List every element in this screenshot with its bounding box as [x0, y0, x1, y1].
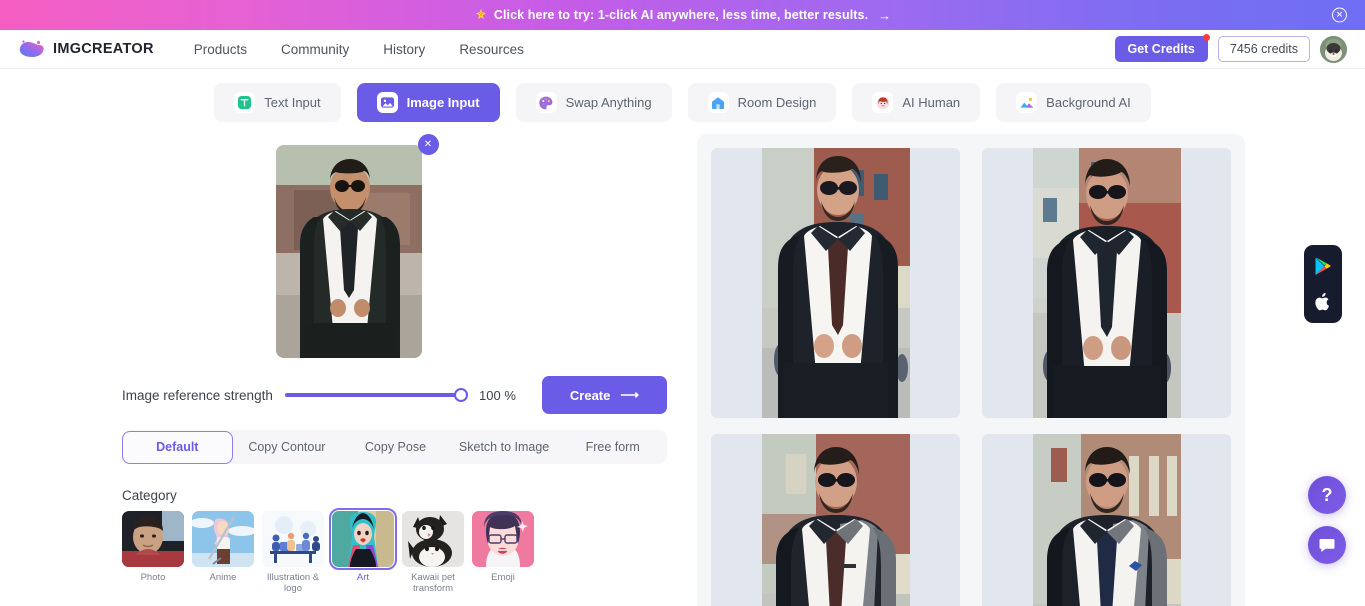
uploaded-image[interactable]: [275, 145, 422, 358]
apple-icon[interactable]: [1313, 292, 1333, 312]
editor-panel: ✕ Image reference strength 100 % Create …: [0, 134, 697, 606]
get-credits-label: Get Credits: [1127, 42, 1195, 56]
sparkle-icon: [475, 8, 486, 20]
background-ai-icon: [1016, 92, 1038, 113]
category-item-anime[interactable]: Anime: [192, 511, 254, 594]
swap-anything-icon: [535, 92, 557, 113]
category-thumb-emoji: [472, 511, 534, 567]
reference-strength-value: 100 %: [479, 387, 516, 403]
tab-label: Image Input: [406, 95, 480, 110]
category-item-illustration-logo[interactable]: Illustration & logo: [262, 511, 324, 594]
chat-button[interactable]: [1308, 526, 1346, 564]
category-label: Kawaii pet transform: [411, 572, 455, 595]
close-icon[interactable]: ✕: [1332, 7, 1347, 23]
site-header: IMGCREATOR Products Community History Re…: [0, 30, 1365, 69]
help-icon: ?: [1321, 484, 1333, 505]
avatar[interactable]: [1320, 35, 1347, 63]
tab-background-ai[interactable]: Background AI: [996, 83, 1151, 122]
tab-room-design[interactable]: Room Design: [687, 83, 837, 122]
tab-label: Room Design: [737, 95, 817, 110]
results-grid: [711, 148, 1231, 606]
nav-item-history[interactable]: History: [383, 42, 425, 57]
tab-label: Background AI: [1046, 95, 1131, 110]
app-download-rail: [1304, 245, 1342, 323]
result-image: [1032, 148, 1181, 418]
reference-strength-row: Image reference strength 100 % Create ⟶: [0, 376, 697, 414]
category-label: Photo: [140, 572, 166, 583]
tab-ai-human[interactable]: AI Human: [852, 83, 981, 122]
room-design-icon: [707, 92, 729, 113]
remove-image-button[interactable]: ✕: [417, 134, 439, 155]
ai-human-icon: [872, 92, 894, 113]
tab-label: Swap Anything: [565, 95, 652, 110]
nav-item-resources[interactable]: Resources: [459, 42, 524, 57]
category-label: Illustration & logo: [266, 572, 320, 595]
arrow-right-icon: ⟶: [620, 387, 639, 402]
category-label: Art: [356, 572, 370, 583]
text-input-icon: [234, 92, 256, 113]
mode-tab-free-form[interactable]: Free form: [558, 430, 667, 464]
generation-mode-tabs: Default Copy Contour Copy Pose Sketch to…: [122, 430, 667, 464]
category-item-photo[interactable]: Photo: [122, 511, 184, 594]
notification-dot-icon: [1202, 34, 1210, 41]
category-thumb-photo: [122, 511, 184, 567]
promo-banner-text: Click here to try: 1-click AI anywhere, …: [493, 8, 869, 22]
category-label: Anime: [209, 572, 237, 583]
promo-banner-content[interactable]: Click here to try: 1-click AI anywhere, …: [474, 8, 891, 23]
imgcreator-logo-icon: [16, 38, 46, 60]
mode-tab-copy-pose[interactable]: Copy Pose: [341, 430, 450, 464]
brand-logo-group[interactable]: IMGCREATOR: [16, 38, 154, 60]
slider-knob[interactable]: [454, 388, 469, 402]
main-nav: Products Community History Resources: [194, 42, 524, 57]
category-title: Category: [122, 488, 177, 503]
create-button-label: Create: [569, 387, 611, 403]
uploaded-image-wrap: ✕: [275, 134, 439, 358]
result-card[interactable]: [982, 434, 1231, 606]
mode-tab-default[interactable]: Default: [122, 430, 233, 464]
result-image: [761, 148, 910, 418]
header-actions: Get Credits 7456 credits: [1114, 34, 1347, 63]
results-panel: [697, 134, 1245, 606]
help-button[interactable]: ?: [1308, 476, 1346, 514]
credits-balance[interactable]: 7456 credits: [1217, 36, 1310, 62]
category-item-emoji[interactable]: Emoji: [472, 511, 534, 594]
nav-item-community[interactable]: Community: [281, 42, 349, 57]
tab-image-input[interactable]: Image Input: [356, 83, 500, 122]
create-button[interactable]: Create ⟶: [541, 376, 667, 414]
category-label: Emoji: [491, 572, 515, 583]
result-image: [1032, 434, 1181, 606]
main-content: ✕ Image reference strength 100 % Create …: [0, 134, 1365, 606]
category-thumb-art: [329, 508, 397, 570]
get-credits-button[interactable]: Get Credits: [1114, 34, 1210, 62]
image-input-icon: [376, 92, 398, 113]
tab-label: AI Human: [902, 95, 961, 110]
category-thumb-illustration-logo: [262, 511, 324, 567]
slider-track: [284, 393, 468, 397]
mode-tab-sketch-to-image[interactable]: Sketch to Image: [450, 430, 559, 464]
promo-arrow-icon: →: [878, 7, 892, 23]
category-item-kawaii-pet-transform[interactable]: Kawaii pet transform: [402, 511, 464, 594]
brand-name: IMGCREATOR: [53, 41, 154, 57]
nav-item-products[interactable]: Products: [194, 42, 247, 57]
promo-banner[interactable]: Click here to try: 1-click AI anywhere, …: [0, 0, 1365, 30]
mode-tab-copy-contour[interactable]: Copy Contour: [233, 430, 342, 464]
google-play-icon[interactable]: [1313, 256, 1333, 276]
result-image: [761, 434, 910, 606]
result-card[interactable]: [982, 148, 1231, 418]
result-card[interactable]: [711, 148, 960, 418]
result-card[interactable]: [711, 434, 960, 606]
reference-strength-slider[interactable]: [284, 388, 469, 402]
category-item-art[interactable]: Art: [329, 508, 397, 594]
tab-swap-anything[interactable]: Swap Anything: [515, 83, 672, 122]
tab-text-input[interactable]: Text Input: [214, 83, 341, 122]
reference-strength-label: Image reference strength: [122, 387, 273, 403]
category-thumb-kawaii-pet: [402, 511, 464, 567]
chat-icon: [1319, 539, 1335, 553]
tab-label: Text Input: [264, 95, 321, 110]
category-thumb-anime: [192, 511, 254, 567]
category-list: Photo Anime Illustration & logo Art Kawa…: [122, 508, 697, 594]
mode-tab-bar: Text Input Image Input Swap Anything Roo…: [0, 69, 1365, 134]
